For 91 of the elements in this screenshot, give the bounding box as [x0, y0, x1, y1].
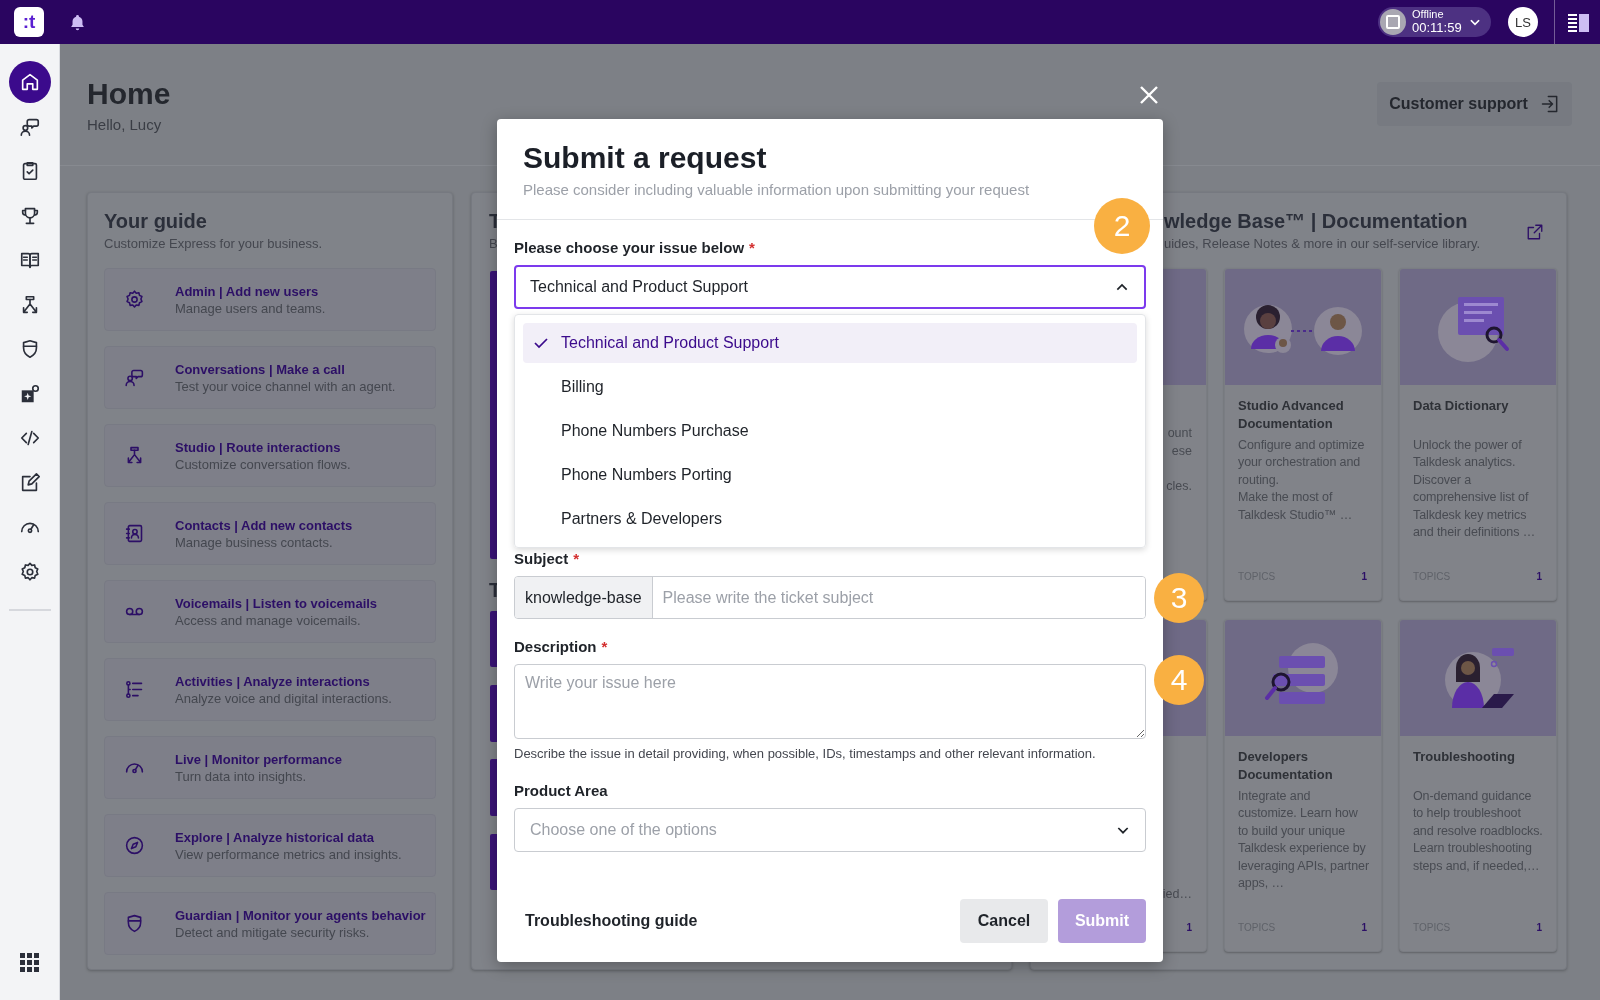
product-area-select[interactable]: Choose one of the options: [514, 808, 1146, 852]
guide-item-title: Live | Monitor performance: [175, 751, 342, 767]
guide-item-description: Detect and mitigate security risks.: [175, 924, 371, 940]
status-label: Offline: [1412, 9, 1445, 21]
panel-subtitle: B: [489, 236, 498, 251]
external-link-icon[interactable]: [1526, 223, 1544, 241]
status-timer: 00:11:59: [1412, 20, 1462, 35]
dropdown-option[interactable]: Billing: [523, 367, 1137, 407]
sign-in-icon: [1539, 94, 1560, 114]
guide-item[interactable]: Guardian | Monitor your agents behavior Detect and mitigate security risks.: [104, 892, 436, 955]
panel-subtitle: Customize Express for your business.: [104, 236, 323, 251]
dropdown-option[interactable]: Technical and Product Support: [523, 323, 1137, 363]
guide-item-title: Admin | Add new users: [175, 283, 320, 299]
guide-item-title: Contacts | Add new contacts: [175, 517, 353, 533]
greeting-text: Hello, Lucy: [87, 116, 163, 133]
guide-item[interactable]: Studio | Route interactions Customize conversation flows.: [104, 424, 436, 487]
guide-item-title: Activities | Analyze interactions: [175, 673, 371, 689]
topic-count: 1: [1186, 922, 1192, 933]
guide-item-description: Access and manage voicemails.: [175, 612, 362, 628]
select-placeholder: Choose one of the options: [530, 821, 718, 839]
issue-select[interactable]: Technical and Product Support: [514, 265, 1146, 309]
guide-item-description: View performance metrics and insights.: [175, 846, 402, 862]
field-label: Please choose your issue below: [514, 239, 745, 257]
status-selector[interactable]: Offline 00:11:59: [1378, 7, 1491, 37]
topic-count: 1: [1361, 571, 1367, 582]
user-avatar[interactable]: LS: [1508, 7, 1538, 37]
guide-item-title: Explore | Analyze historical data: [175, 829, 375, 845]
field-label: Subject: [514, 550, 569, 568]
app-logo[interactable]: :t: [14, 7, 44, 37]
panel-title: wledge Base™ | Documentation: [1164, 209, 1468, 233]
field-label: Product Area: [514, 782, 608, 800]
text-fragment: cles.: [1166, 477, 1192, 495]
guide-item[interactable]: Activities | Analyze interactions Analyze voice and digital interactions.: [104, 658, 436, 721]
dropdown-option[interactable]: Phone Numbers Porting: [523, 455, 1137, 495]
list-icon: [124, 679, 145, 700]
guide-item-description: Analyze voice and digital interactions.: [175, 690, 392, 706]
text-fragment: ese: [1171, 442, 1192, 460]
subject-prefix: knowledge-base: [515, 577, 653, 618]
side-panel-icon[interactable]: [1568, 12, 1590, 32]
page-title: Home: [87, 76, 171, 112]
troubleshooting-link[interactable]: Troubleshooting guide: [525, 912, 950, 930]
nav-item[interactable]: [8, 61, 51, 103]
dropdown-option[interactable]: Phone Numbers Purchase: [523, 411, 1137, 451]
card-description: On-demand guidance to help troubleshoot and resolve roadblocks. Learn troubleshooting steps and, if needed,…: [1413, 788, 1544, 875]
guide-item-description: Manage users and teams.: [175, 300, 326, 316]
guide-item-description: Customize conversation flows.: [175, 456, 351, 472]
customer-support-button[interactable]: Customer support: [1377, 82, 1572, 126]
contact-card-icon: [124, 523, 145, 544]
topic-count: 1: [1536, 571, 1542, 582]
card-title: Developers Documentation: [1238, 748, 1334, 784]
card-title: Data Dictionary: [1413, 397, 1510, 415]
required-mark: *: [749, 239, 755, 257]
card-title: Studio Advanced Documentation: [1238, 397, 1345, 433]
guide-item-title: Conversations | Make a call: [175, 361, 346, 377]
app-grid-icon[interactable]: [20, 953, 39, 972]
cancel-button[interactable]: Cancel: [960, 899, 1048, 943]
select-value: Technical and Product Support: [530, 278, 749, 296]
topic-count: 1: [1536, 922, 1542, 933]
panel-title: Your guide: [104, 209, 207, 233]
guide-item[interactable]: Admin | Add new users Manage users and teams.: [104, 268, 436, 331]
compass-icon: [124, 835, 145, 856]
subject-field[interactable]: knowledge-base Please write the ticket subject: [514, 576, 1146, 619]
guide-item-title: Studio | Route interactions: [175, 439, 342, 455]
guide-item[interactable]: Conversations | Make a call Test your voice channel with an agent.: [104, 346, 436, 409]
required-mark: *: [573, 550, 580, 568]
guide-item-description: Manage business contacts.: [175, 534, 334, 550]
settings-icon: [18, 560, 41, 583]
guide-item[interactable]: Voicemails | Listen to voicemails Access and manage voicemails.: [104, 580, 436, 643]
guide-item-description: Test your voice channel with an agent.: [175, 378, 396, 394]
required-mark: *: [601, 638, 608, 656]
agent-chat-icon: [124, 367, 145, 388]
notification-bell-icon[interactable]: [69, 13, 86, 31]
dialog-subtitle: Please consider including valuable information upon submitting your request: [523, 180, 1031, 200]
description-field[interactable]: Write your issue here: [514, 664, 1146, 739]
guide-item-title: Guardian | Monitor your agents behavior: [175, 907, 426, 923]
guide-item-description: Turn data into insights.: [175, 768, 308, 784]
dropdown-option[interactable]: Partners & Developers: [523, 499, 1137, 539]
guide-item-title: Voicemails | Listen to voicemails: [175, 595, 378, 611]
guide-item[interactable]: Live | Monitor performance Turn data into insights.: [104, 736, 436, 799]
card-title: Troubleshooting: [1413, 748, 1516, 766]
card-description: Configure and optimize your orchestration and routing. Make the most of Talkdesk Studio™ …: [1238, 437, 1366, 524]
topic-count: 1: [1361, 922, 1367, 933]
guide-item[interactable]: Contacts | Add new contacts Manage business contacts.: [104, 502, 436, 565]
field-label: Description: [514, 638, 597, 656]
close-icon[interactable]: [1139, 85, 1159, 105]
check-icon: [533, 335, 549, 351]
card-description: Unlock the power of Talkdesk analytics. Discover a comprehensive list of Talkdesk key metrics and their definitions …: [1413, 437, 1537, 542]
dialog-title: Submit a request: [523, 140, 768, 176]
settings-icon: [124, 289, 145, 310]
help-text: Describe the issue in detail providing, when possible, IDs, timestamps and other relevant information.: [514, 746, 1097, 762]
guide-item[interactable]: Explore | Analyze historical data View performance metrics and insights.: [104, 814, 436, 877]
